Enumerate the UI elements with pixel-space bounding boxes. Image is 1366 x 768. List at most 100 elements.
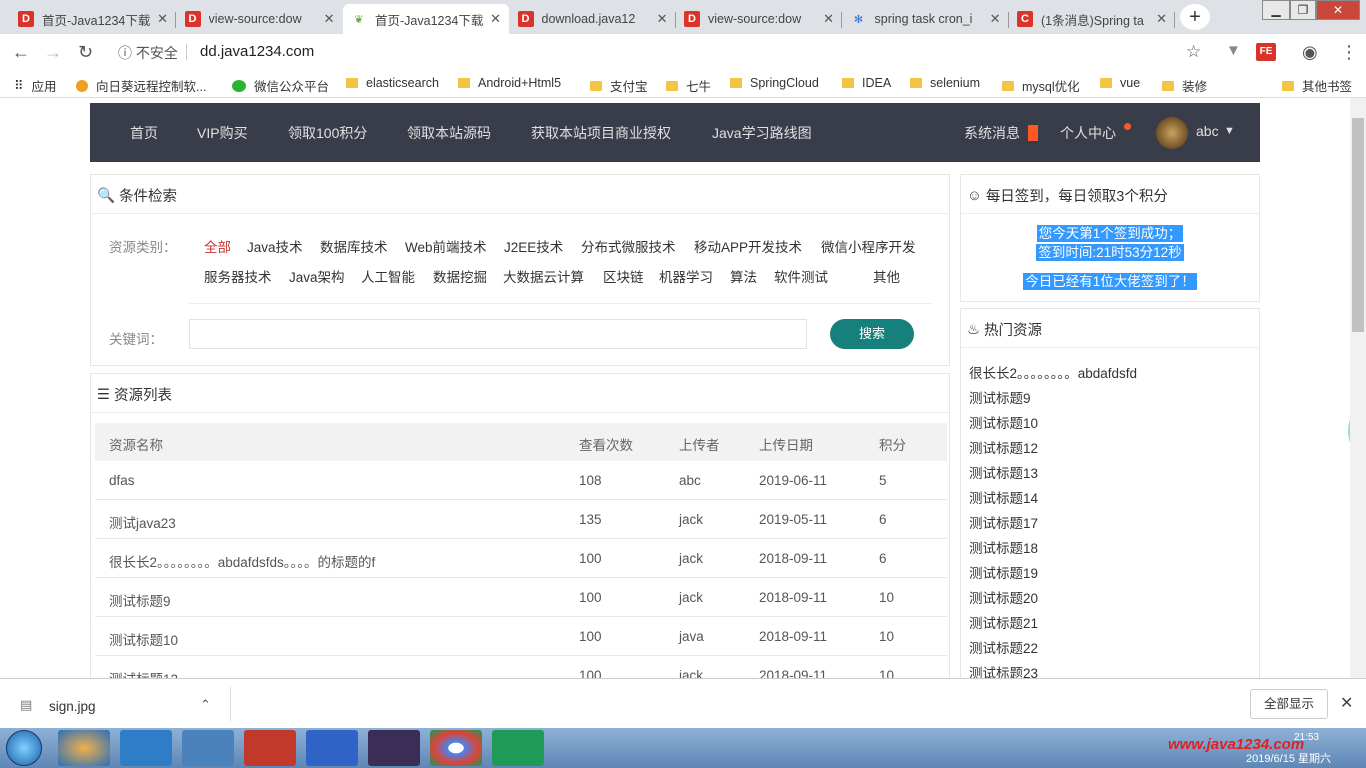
bookmark-item[interactable]: mysql优化	[1002, 76, 1080, 95]
hot-resource-link[interactable]: 测试标题21	[969, 612, 1038, 632]
insecure-indicator[interactable]: ⓘ 不安全	[118, 43, 178, 63]
browser-tab[interactable]: D 首页-Java1234下载 ✕	[10, 4, 176, 34]
caret-down-icon[interactable]: ▼	[1224, 125, 1235, 137]
close-tab-icon[interactable]: ✕	[990, 11, 1001, 27]
new-tab-button[interactable]: +	[1180, 4, 1210, 30]
bookmark-item[interactable]: elasticsearch	[346, 76, 439, 90]
close-tab-icon[interactable]: ✕	[1156, 11, 1167, 27]
category-link[interactable]: 大数据云计算	[503, 266, 584, 286]
wps-icon[interactable]	[306, 730, 358, 766]
category-link[interactable]: 全部	[204, 236, 231, 256]
close-window-button[interactable]: ✕	[1316, 0, 1360, 20]
hot-resource-link[interactable]: 测试标题13	[969, 462, 1038, 482]
keyword-input[interactable]	[189, 319, 807, 349]
nav-link[interactable]: 首页	[130, 123, 158, 143]
username-link[interactable]: abc	[1196, 123, 1219, 139]
nav-link[interactable]: VIP购买	[197, 123, 248, 143]
extension-filter-icon[interactable]: ▼	[1226, 42, 1241, 59]
page-scrollbar[interactable]	[1350, 98, 1366, 678]
fe-extension-icon[interactable]: FE	[1256, 43, 1276, 61]
scrollbar-thumb[interactable]	[1352, 118, 1364, 332]
bookmark-item[interactable]: IDEA	[842, 76, 891, 90]
resource-title-link[interactable]: 测试标题10	[109, 629, 178, 649]
category-link[interactable]: 移动APP开发技术	[694, 236, 802, 256]
show-all-button[interactable]: 全部显示	[1250, 689, 1328, 719]
chrome-icon[interactable]	[430, 730, 482, 766]
bookmark-item[interactable]: vue	[1100, 76, 1140, 90]
browser-tab[interactable]: C (1条消息)Spring ta ✕	[1009, 4, 1175, 34]
nav-link[interactable]: Java学习路线图	[712, 123, 812, 143]
resource-title-link[interactable]: 测试标题9	[109, 590, 171, 610]
bookmark-item[interactable]: 装修	[1162, 76, 1207, 95]
hot-resource-link[interactable]: 很长长2。。。。。。。。abdafdsfd	[969, 362, 1137, 382]
terminal-icon[interactable]	[182, 730, 234, 766]
category-link[interactable]: J2EE技术	[504, 236, 563, 256]
resource-title-link[interactable]: 测试java23	[109, 512, 176, 532]
category-link[interactable]: 机器学习	[659, 266, 713, 286]
bookmark-item[interactable]: 支付宝	[590, 76, 648, 95]
nav-link[interactable]: 领取本站源码	[407, 123, 491, 143]
close-download-bar-icon[interactable]: ✕	[1340, 693, 1353, 713]
hot-resource-link[interactable]: 测试标题17	[969, 512, 1038, 532]
close-tab-icon[interactable]: ✕	[823, 11, 834, 27]
hot-resource-link[interactable]: 测试标题10	[969, 412, 1038, 432]
bookmark-item[interactable]: SpringCloud	[730, 76, 819, 90]
category-link[interactable]: Java架构	[289, 266, 345, 286]
bookmark-item[interactable]: selenium	[910, 76, 980, 90]
browser-tab[interactable]: Dview-source:dow ✕	[676, 4, 842, 34]
bookmark-star-icon[interactable]: ☆	[1186, 42, 1201, 62]
category-link[interactable]: 数据挖掘	[433, 266, 487, 286]
hot-resource-link[interactable]: 测试标题18	[969, 537, 1038, 557]
maximize-button[interactable]: ❐	[1290, 0, 1316, 20]
bookmark-item[interactable]: 其他书签	[1282, 76, 1352, 95]
bookmark-item[interactable]: Android+Html5	[458, 76, 561, 90]
hot-resource-link[interactable]: 测试标题14	[969, 487, 1038, 507]
category-link[interactable]: Java技术	[247, 236, 303, 256]
app-icon[interactable]	[58, 730, 110, 766]
bookmark-item[interactable]: 向日葵远程控制软...	[76, 76, 206, 95]
resource-title-link[interactable]: 很长长2。。。。。。。。abdafdsfds。。。。的标题的f	[109, 551, 375, 571]
category-link[interactable]: 其他	[873, 266, 900, 286]
category-link[interactable]: 区块链	[603, 266, 644, 286]
avatar[interactable]	[1156, 117, 1188, 149]
bookmark-item[interactable]: ⠿ 应用	[14, 76, 57, 95]
hot-resource-link[interactable]: 测试标题23	[969, 662, 1038, 678]
hot-resource-link[interactable]: 测试标题9	[969, 387, 1031, 407]
menu-icon[interactable]: ⋮	[1340, 42, 1358, 63]
chevron-up-icon[interactable]: ⌃	[200, 697, 211, 713]
search-button[interactable]: 搜索	[830, 319, 914, 349]
category-link[interactable]: 算法	[730, 266, 757, 286]
close-tab-icon[interactable]: ✕	[490, 11, 501, 27]
reload-icon[interactable]: ↻	[78, 42, 93, 63]
clock-date[interactable]: 2019/6/15 星期六	[1246, 750, 1331, 766]
explorer-icon[interactable]	[120, 730, 172, 766]
nav-link[interactable]: 领取100积分	[288, 123, 367, 143]
download-filename[interactable]: sign.jpg	[49, 699, 96, 714]
minimize-button[interactable]: ▁	[1262, 0, 1290, 20]
nav-link[interactable]: 获取本站项目商业授权	[531, 123, 671, 143]
bookmark-item[interactable]: 七牛	[666, 76, 711, 95]
resource-title-link[interactable]: 测试标题12	[109, 668, 178, 678]
close-tab-icon[interactable]: ✕	[157, 11, 168, 27]
back-icon[interactable]: ←	[12, 42, 30, 63]
hot-resource-link[interactable]: 测试标题12	[969, 437, 1038, 457]
spreadsheet-icon[interactable]	[492, 730, 544, 766]
browser-tab[interactable]: ❦ 首页-Java1234下载 ✕	[343, 4, 509, 34]
hot-resource-link[interactable]: 测试标题19	[969, 562, 1038, 582]
category-link[interactable]: 软件测试	[774, 266, 828, 286]
redis-icon[interactable]	[244, 730, 296, 766]
category-link[interactable]: Web前端技术	[405, 236, 487, 256]
hot-resource-link[interactable]: 测试标题22	[969, 637, 1038, 657]
forward-icon[interactable]: →	[44, 42, 62, 63]
browser-tab[interactable]: Ddownload.java12 ✕	[510, 4, 676, 34]
browser-tab[interactable]: Dview-source:dow ✕	[177, 4, 343, 34]
browser-tab[interactable]: ✻ spring task cron_i ✕	[843, 4, 1009, 34]
category-link[interactable]: 分布式微服技术	[581, 236, 676, 256]
address-bar[interactable]: dd.java1234.com	[200, 43, 314, 60]
bookmark-item[interactable]: 微信公众平台	[232, 76, 329, 95]
hot-resource-link[interactable]: 测试标题20	[969, 587, 1038, 607]
close-tab-icon[interactable]: ✕	[324, 11, 335, 27]
eclipse-icon[interactable]	[368, 730, 420, 766]
close-tab-icon[interactable]: ✕	[657, 11, 668, 27]
system-messages-link[interactable]: 系统消息	[964, 123, 1020, 143]
